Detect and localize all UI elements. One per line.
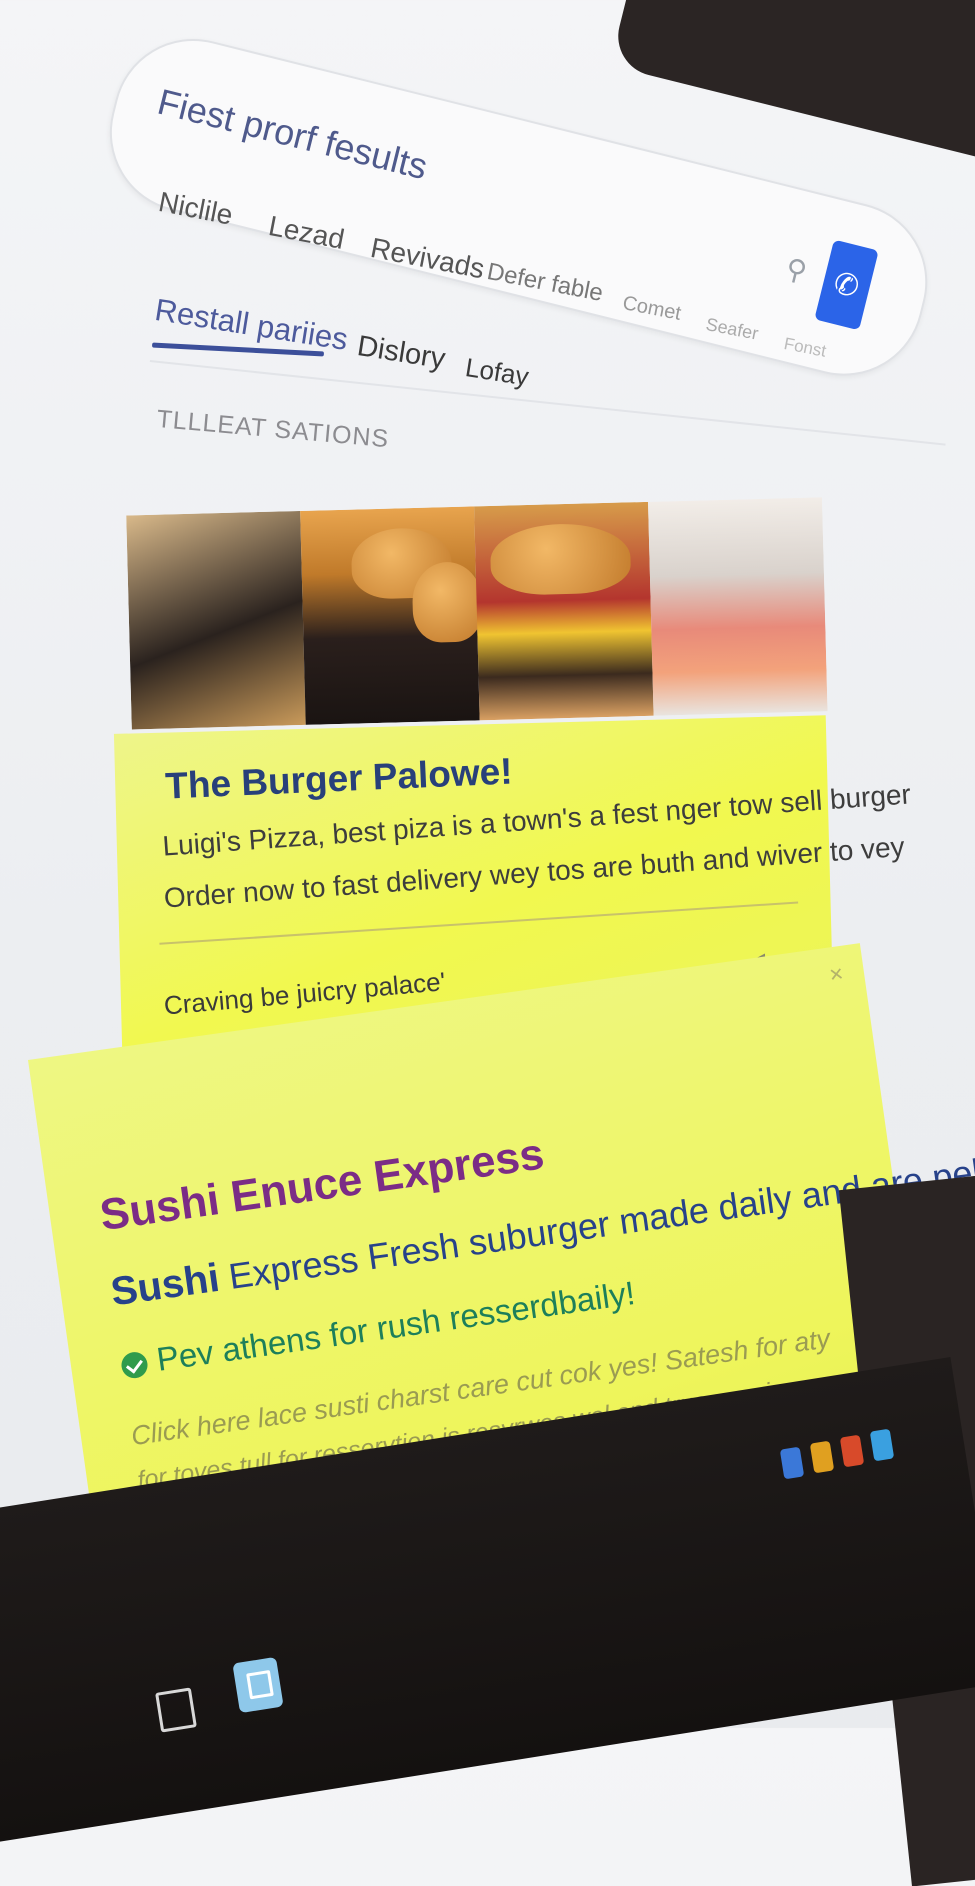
tab-lofay[interactable]: Lofay [463, 352, 531, 393]
result-subtitle-bold: Sushi [108, 1255, 223, 1315]
close-icon[interactable]: ✕ [828, 964, 846, 987]
food-photo-sushi [648, 497, 828, 716]
food-photo-sliders [300, 506, 484, 725]
food-photo-fries [126, 510, 306, 730]
app-icon[interactable] [232, 1656, 284, 1714]
tab-dislory[interactable]: Dislory [355, 330, 448, 376]
search-icon[interactable]: ⚲ [782, 251, 810, 288]
section-label: TLLLEAT SATIONS [155, 405, 391, 454]
search-input[interactable]: Fiest prorf fesults [153, 81, 432, 189]
phone-icon-button[interactable]: ✆ [814, 239, 879, 331]
window-icon[interactable] [155, 1687, 197, 1733]
monitor-bezel-top [609, 0, 975, 167]
food-photo-burger [474, 501, 654, 721]
food-photo-strip [126, 497, 828, 730]
result-title[interactable]: The Burger Palowe! [164, 750, 513, 807]
check-icon [119, 1350, 150, 1381]
